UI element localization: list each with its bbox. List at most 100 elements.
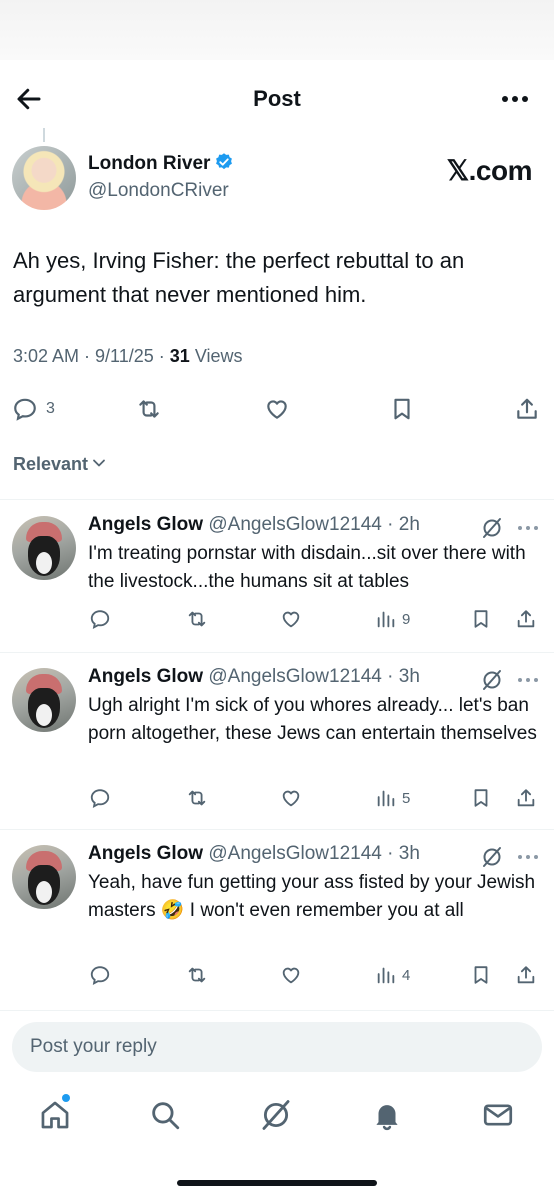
reply-action-bar: 9 [0, 605, 554, 635]
reply-text: Ugh alright I'm sick of you whores alrea… [88, 695, 537, 744]
views-button[interactable]: 5 [375, 784, 410, 812]
reply-icon [90, 789, 110, 808]
heart-icon [282, 611, 300, 628]
reply-author-handle[interactable]: @AngelsGlow12144 [208, 843, 382, 864]
share-icon [517, 966, 535, 984]
avatar[interactable] [12, 845, 76, 909]
reply-author-name[interactable]: Angels Glow [88, 666, 203, 687]
grok-icon[interactable] [480, 845, 504, 869]
more-icon[interactable] [516, 847, 540, 867]
share-icon [517, 398, 537, 419]
reply-count: 3 [46, 400, 55, 417]
repost-button[interactable] [186, 784, 208, 812]
views-button[interactable]: 4 [375, 961, 410, 989]
avatar[interactable] [12, 146, 76, 210]
analytics-icon [377, 967, 395, 984]
more-icon[interactable] [516, 670, 540, 690]
verified-badge-icon [216, 153, 233, 170]
share-button[interactable] [515, 605, 537, 633]
grok-icon[interactable] [480, 516, 504, 540]
reply-text: Yeah, have fun getting your ass fisted b… [88, 872, 536, 921]
reply-icon [90, 610, 110, 629]
heart-icon [282, 967, 300, 984]
repost-button[interactable] [136, 394, 162, 424]
like-button[interactable] [264, 394, 290, 424]
views-count: 9 [402, 610, 411, 628]
grok-icon[interactable] [480, 668, 504, 692]
analytics-icon [377, 790, 395, 807]
repost-button[interactable] [186, 961, 208, 989]
page-title: Post [253, 86, 301, 111]
reply-header: Angels Glow @AngelsGlow12144 · 3h [88, 666, 420, 687]
chevron-down-icon [93, 459, 105, 467]
bookmark-icon [474, 966, 488, 984]
grok-icon [262, 1100, 290, 1130]
post-text: Ah yes, Irving Fisher: the perfect rebut… [13, 248, 465, 307]
like-button[interactable] [280, 961, 302, 989]
repost-button[interactable] [186, 605, 208, 633]
author-handle[interactable]: @LondonCRiver [88, 180, 229, 202]
reply-item[interactable]: Angels Glow @AngelsGlow12144 · 3h Ugh al… [0, 652, 554, 828]
views-button[interactable]: 9 [375, 605, 410, 633]
reply-item[interactable]: Angels Glow @AngelsGlow12144 · 3h Yeah, … [0, 829, 554, 1005]
share-button[interactable] [514, 394, 540, 424]
reply-age: 2h [398, 514, 420, 535]
post-time: 3:02 AM [13, 346, 80, 366]
views-label[interactable]: Views [195, 346, 243, 366]
reply-author-name[interactable]: Angels Glow [88, 514, 203, 535]
reply-age: 3h [398, 843, 420, 864]
repost-icon [188, 611, 206, 627]
top-bar: Post [0, 60, 554, 138]
post-meta: 3:02 AM · 9/11/25 · 31 Views [13, 346, 243, 366]
reply-header: Angels Glow @AngelsGlow12144 · 3h [88, 843, 420, 864]
views-count[interactable]: 31 [170, 346, 190, 366]
tab-notifications[interactable] [370, 1098, 404, 1132]
bookmark-icon [394, 398, 410, 420]
tab-home[interactable] [38, 1098, 72, 1132]
reply-action-bar: 5 [0, 784, 554, 814]
like-button[interactable] [280, 784, 302, 812]
more-icon [502, 96, 528, 102]
reply-author-handle[interactable]: @AngelsGlow12144 [208, 514, 382, 535]
thread-line [43, 128, 45, 142]
bookmark-button[interactable] [470, 784, 492, 812]
avatar[interactable] [12, 516, 76, 580]
avatar[interactable] [12, 668, 76, 732]
analytics-icon [377, 611, 395, 628]
reply-button[interactable]: 3 [12, 394, 55, 424]
repost-icon [188, 967, 206, 983]
reply-author-name[interactable]: Angels Glow [88, 843, 203, 864]
reply-button[interactable] [89, 784, 111, 812]
status-bar [0, 0, 554, 60]
tab-messages[interactable] [481, 1098, 515, 1132]
author-name[interactable]: London River [88, 153, 210, 174]
reply-age: 3h [398, 666, 420, 687]
share-button[interactable] [515, 784, 537, 812]
views-count: 4 [402, 966, 411, 984]
share-icon [517, 789, 535, 807]
reply-action-bar: 4 [0, 961, 554, 991]
sort-dropdown[interactable]: Relevant [13, 454, 106, 475]
tab-search[interactable] [148, 1098, 182, 1132]
reply-button[interactable] [89, 961, 111, 989]
reply-author-handle[interactable]: @AngelsGlow12144 [208, 666, 382, 687]
reply-button[interactable] [89, 605, 111, 633]
author-name-row[interactable]: London River [88, 152, 234, 175]
bookmark-icon [474, 789, 488, 807]
tab-grok[interactable] [259, 1098, 293, 1132]
like-button[interactable] [280, 605, 302, 633]
search-icon [152, 1102, 180, 1130]
repost-icon [139, 400, 159, 418]
more-options-button[interactable] [500, 86, 530, 112]
reply-compose-input[interactable]: Post your reply [12, 1022, 542, 1072]
x-watermark-logo: 𝕏.com [446, 155, 533, 186]
share-button[interactable] [515, 961, 537, 989]
reply-item[interactable]: Angels Glow @AngelsGlow12144 · 2h I'm tr… [0, 500, 554, 676]
new-posts-dot [62, 1094, 70, 1102]
compose-placeholder: Post your reply [30, 1036, 157, 1057]
share-icon [517, 610, 535, 628]
bookmark-button[interactable] [389, 394, 415, 424]
bookmark-button[interactable] [470, 605, 492, 633]
bookmark-button[interactable] [470, 961, 492, 989]
more-icon[interactable] [516, 518, 540, 538]
